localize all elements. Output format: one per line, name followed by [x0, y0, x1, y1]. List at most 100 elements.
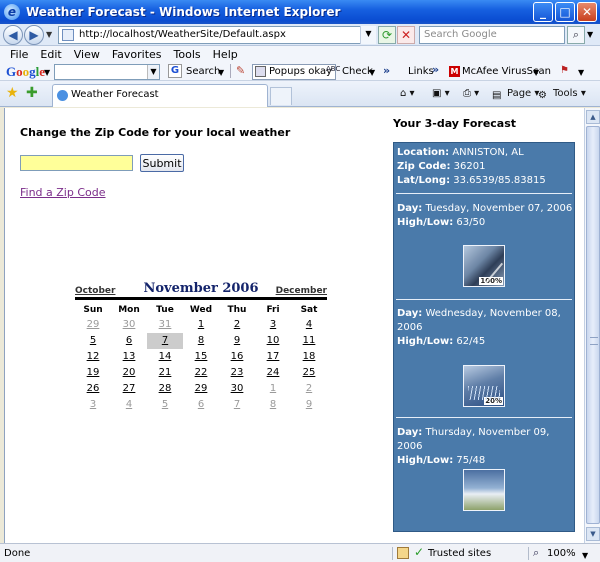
print-icon[interactable]: ⎙ ▾ [463, 87, 479, 101]
calendar-day[interactable]: 28 [147, 381, 183, 397]
calendar-day[interactable]: 1 [183, 317, 219, 333]
scroll-thumb[interactable] [586, 126, 600, 524]
popups-okay-button[interactable]: Popups okay [252, 64, 336, 80]
zoom-level[interactable]: ⌕ 100% [533, 546, 576, 560]
protected-mode-icon[interactable] [397, 547, 409, 559]
calendar-day[interactable]: 6 [111, 333, 147, 349]
menu-favorites[interactable]: Favorites [106, 48, 168, 61]
calendar-day[interactable]: 2 [219, 317, 255, 333]
maximize-button[interactable]: □ [555, 2, 575, 22]
calendar-day[interactable]: 16 [219, 349, 255, 365]
calendar-prev-month-link[interactable]: October [75, 286, 115, 296]
calendar-day[interactable]: 5 [147, 397, 183, 413]
calendar-day[interactable]: 30 [111, 317, 147, 333]
add-favorites-icon[interactable]: ✚ [26, 86, 38, 100]
calendar-day[interactable]: 11 [291, 333, 327, 349]
find-zip-link[interactable]: Find a Zip Code [20, 186, 106, 199]
siteadvisor-icon[interactable]: ⚑ [560, 64, 578, 78]
calendar-day[interactable]: 30 [219, 381, 255, 397]
toolbar-overflow-icon[interactable]: » [383, 64, 390, 78]
calendar-day[interactable]: 9 [291, 397, 327, 413]
scroll-down-icon[interactable]: ▼ [586, 527, 600, 541]
links-button[interactable]: Links [408, 64, 434, 80]
close-button[interactable]: ✕ [577, 2, 597, 22]
menu-file[interactable]: File [4, 48, 34, 61]
calendar-day[interactable]: 14 [147, 349, 183, 365]
calendar-day[interactable]: 4 [111, 397, 147, 413]
search-icon[interactable]: ⌕ [567, 26, 585, 44]
calendar-day[interactable]: 31 [147, 317, 183, 333]
favorites-star-icon[interactable]: ★ [6, 86, 19, 100]
calendar-day[interactable]: 24 [255, 365, 291, 381]
calendar-day[interactable]: 2 [291, 381, 327, 397]
calendar-day[interactable]: 3 [75, 397, 111, 413]
tools-menu-button[interactable]: ⚙ Tools ▾ [538, 87, 586, 101]
google-search-button[interactable]: Search [186, 64, 220, 80]
search-input[interactable]: Search Google [419, 26, 565, 44]
feeds-icon[interactable]: ▣ ▾ [432, 87, 450, 101]
google-search-input[interactable]: ▼ [54, 64, 160, 80]
calendar-day[interactable]: 7 [219, 397, 255, 413]
menu-tools[interactable]: Tools [168, 48, 207, 61]
calendar-day[interactable]: 23 [219, 365, 255, 381]
calendar-day[interactable]: 29 [75, 317, 111, 333]
page-menu-button[interactable]: ▤ Page ▾ [492, 87, 539, 101]
popup-blocker-icon[interactable]: ✎ [236, 64, 250, 78]
google-search-dropdown-icon[interactable]: ▼ [147, 65, 159, 79]
google-menu-dropdown-icon[interactable]: ▼ [44, 68, 50, 77]
vertical-scrollbar[interactable]: ▲ ▼ [584, 108, 600, 543]
calendar-day[interactable]: 19 [75, 365, 111, 381]
calendar-day[interactable]: 10 [255, 333, 291, 349]
google-search-options-icon[interactable]: ▼ [218, 68, 224, 77]
google-logo[interactable]: Google [6, 64, 45, 80]
spellcheck-icon[interactable]: ABC [326, 64, 340, 74]
calendar-day[interactable]: 20 [111, 365, 147, 381]
zoom-dropdown-icon[interactable]: ▼ [582, 549, 588, 562]
calendar-day[interactable]: 9 [219, 333, 255, 349]
submit-button[interactable]: Submit [140, 154, 184, 172]
siteadvisor-dropdown-icon[interactable]: ▼ [578, 68, 584, 77]
url-dropdown-icon[interactable]: ▼ [360, 26, 376, 44]
calendar-day[interactable]: 8 [255, 397, 291, 413]
security-zone[interactable]: ✓ Trusted sites [414, 546, 491, 560]
calendar-day[interactable]: 27 [111, 381, 147, 397]
calendar-day[interactable]: 25 [291, 365, 327, 381]
calendar-day[interactable]: 29 [183, 381, 219, 397]
calendar-day[interactable]: 18 [291, 349, 327, 365]
refresh-icon[interactable]: ⟳ [378, 26, 396, 44]
calendar-day[interactable]: 13 [111, 349, 147, 365]
stop-icon[interactable]: ✕ [397, 26, 415, 44]
calendar-day[interactable]: 15 [183, 349, 219, 365]
menu-view[interactable]: View [68, 48, 106, 61]
history-dropdown-icon[interactable]: ▼ [46, 30, 52, 39]
google-search-icon[interactable]: G [168, 64, 182, 78]
calendar-day[interactable]: 22 [183, 365, 219, 381]
check-dropdown-icon[interactable]: ▼ [369, 68, 375, 77]
links-overflow-icon[interactable]: » [432, 64, 439, 76]
new-tab-button[interactable] [270, 87, 292, 105]
search-dropdown-icon[interactable]: ▼ [587, 30, 593, 39]
menu-help[interactable]: Help [207, 48, 244, 61]
calendar-day[interactable]: 21 [147, 365, 183, 381]
calendar-day[interactable]: 12 [75, 349, 111, 365]
scroll-up-icon[interactable]: ▲ [586, 110, 600, 124]
calendar-day[interactable]: 8 [183, 333, 219, 349]
calendar-day[interactable]: 17 [255, 349, 291, 365]
calendar-day[interactable]: 6 [183, 397, 219, 413]
back-icon[interactable]: ◀ [3, 25, 23, 45]
forward-icon[interactable]: ▶ [24, 25, 44, 45]
calendar-day[interactable]: 5 [75, 333, 111, 349]
tab-weather-forecast[interactable]: Weather Forecast [52, 84, 268, 107]
calendar-day[interactable]: 3 [255, 317, 291, 333]
minimize-button[interactable]: _ [533, 2, 553, 22]
home-icon[interactable]: ⌂ ▾ [400, 87, 415, 101]
calendar-day[interactable]: 7 [147, 333, 183, 349]
calendar-day[interactable]: 4 [291, 317, 327, 333]
calendar-day[interactable]: 1 [255, 381, 291, 397]
calendar-day[interactable]: 26 [75, 381, 111, 397]
zip-code-input[interactable] [20, 155, 133, 171]
mcafee-dropdown-icon[interactable]: ▼ [533, 68, 539, 77]
calendar-next-month-link[interactable]: December [276, 286, 327, 296]
menu-edit[interactable]: Edit [34, 48, 67, 61]
url-input[interactable]: http://localhost/WeatherSite/Default.asp… [58, 26, 376, 44]
